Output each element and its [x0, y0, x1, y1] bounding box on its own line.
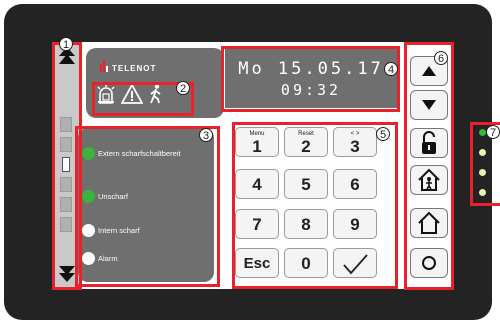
callout-frame-4 [221, 46, 400, 112]
callout-number: 3 [199, 128, 213, 142]
callout-number: 5 [376, 127, 390, 141]
callout-frame-6 [404, 42, 454, 290]
telenot-logo-icon [100, 60, 108, 72]
callout-number: 1 [59, 37, 73, 51]
brand-name: TELENOT [112, 64, 157, 73]
callout-number: 6 [434, 51, 448, 65]
callout-number: 7 [486, 125, 500, 139]
callout-frame-5 [232, 122, 398, 289]
callout-frame-3 [75, 126, 220, 287]
callout-number: 2 [176, 81, 190, 95]
callout-number: 4 [384, 62, 398, 76]
